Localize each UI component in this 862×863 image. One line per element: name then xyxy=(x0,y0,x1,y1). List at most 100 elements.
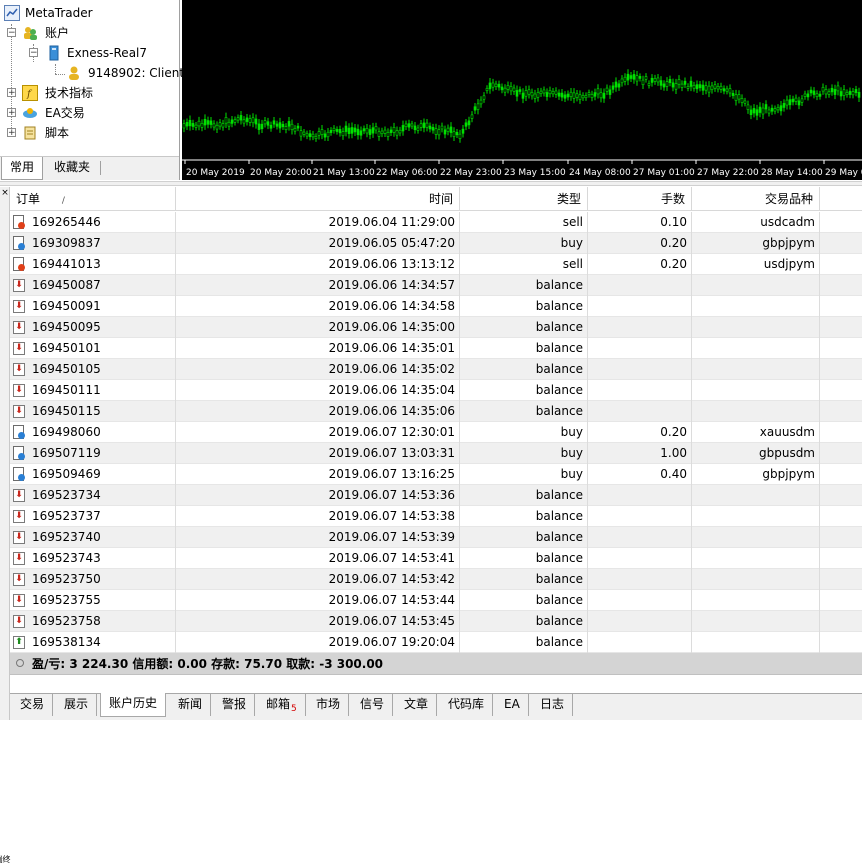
tab-11[interactable]: 日志 xyxy=(532,694,574,716)
table-row[interactable]: ⬇ 169523758 2019.06.07 14:53:45 balance xyxy=(10,611,862,632)
table-row[interactable]: ⬇ 169450095 2019.06.06 14:35:00 balance xyxy=(10,317,862,338)
tab-common[interactable]: 常用 xyxy=(1,157,44,180)
collapse-icon[interactable]: − xyxy=(29,48,38,58)
candle-body xyxy=(767,109,771,114)
tree-root[interactable]: MetaTrader xyxy=(0,3,179,23)
candle-body xyxy=(278,122,282,129)
table-row[interactable]: ⬇ 169450115 2019.06.06 14:35:06 balance xyxy=(10,401,862,422)
lots-cell xyxy=(588,590,692,611)
column-order[interactable]: 订单 / xyxy=(10,187,176,211)
table-row[interactable]: ⬇ 169450087 2019.06.06 14:34:57 balance xyxy=(10,275,862,296)
x-axis-label: 21 May 13:00 xyxy=(313,168,375,178)
table-row[interactable]: ⬆ 169538134 2019.06.07 19:20:04 balance xyxy=(10,632,862,653)
tree-item-server[interactable]: − Exness-Real7 xyxy=(0,43,179,63)
tree-item-indicators[interactable]: + f 技术指标 xyxy=(0,83,179,103)
table-row[interactable]: ⬇ 169523755 2019.06.07 14:53:44 balance xyxy=(10,590,862,611)
table-row[interactable]: 169507119 2019.06.07 13:03:31 buy 1.00 gbpus… xyxy=(10,443,862,464)
order-cell: ⬇ 169450115 xyxy=(10,401,176,422)
withdrawal-icon: ⬇ xyxy=(13,552,25,565)
candle-body xyxy=(497,83,501,88)
withdrawal-icon: ⬇ xyxy=(13,615,25,628)
unread-badge: 5 xyxy=(291,704,297,714)
time-cell: 2019.06.06 14:35:01 xyxy=(176,338,460,359)
candle-body xyxy=(584,95,588,99)
table-row[interactable]: 169509469 2019.06.07 13:16:25 buy 0.40 gbpjp… xyxy=(10,464,862,485)
candle-body xyxy=(692,85,696,89)
price-chart[interactable]: 20 May 2019 20 May 20:00 21 May 13:00 22 Ma… xyxy=(182,0,862,180)
candle-body xyxy=(338,129,342,134)
table-row[interactable]: ⬇ 169523750 2019.06.07 14:53:42 balance xyxy=(10,569,862,590)
order-number: 169450095 xyxy=(32,320,101,334)
tab-1[interactable]: 展示 xyxy=(56,694,98,716)
lots-cell xyxy=(588,632,692,653)
candle-body xyxy=(749,109,753,116)
tab-8[interactable]: 文章 xyxy=(396,694,438,716)
candle-body xyxy=(353,127,357,133)
symbol-cell xyxy=(692,485,820,506)
table-row[interactable]: 169309837 2019.06.05 05:47:20 buy 0.20 gbpjp… xyxy=(10,233,862,254)
column-type[interactable]: 类型 xyxy=(460,187,588,211)
candle-body xyxy=(785,99,789,106)
tab-3[interactable]: 新闻 xyxy=(170,694,212,716)
tab-6[interactable]: 市场 xyxy=(308,694,350,716)
x-axis-label: 23 May 15:00 xyxy=(504,168,566,178)
time-cell: 2019.06.06 13:13:12 xyxy=(176,254,460,275)
column-symbol[interactable]: 交易品种 xyxy=(692,187,820,211)
close-icon[interactable]: × xyxy=(1,189,9,198)
candle-body xyxy=(386,132,390,137)
table-row[interactable]: ⬇ 169523743 2019.06.07 14:53:41 balance xyxy=(10,548,862,569)
table-row[interactable]: ⬇ 169523740 2019.06.07 14:53:39 balance xyxy=(10,527,862,548)
tab-9[interactable]: 代码库 xyxy=(440,694,494,716)
panel-splitter[interactable] xyxy=(0,181,862,186)
tab-10[interactable]: EA xyxy=(496,694,529,716)
tree-item-client[interactable]: 9148902: Client xyxy=(0,63,184,83)
table-row[interactable]: 169441013 2019.06.06 13:13:12 sell 0.20 usdj… xyxy=(10,254,862,275)
order-number: 169450087 xyxy=(32,278,101,292)
time-cell: 2019.06.07 19:20:04 xyxy=(176,632,460,653)
tab-5[interactable]: 邮箱5 xyxy=(258,694,306,716)
table-row[interactable]: ⬇ 169450111 2019.06.06 14:35:04 balance xyxy=(10,380,862,401)
table-row[interactable]: 169265446 2019.06.04 11:29:00 sell 0.10 usdc… xyxy=(10,212,862,233)
tree-item-accounts[interactable]: − 账户 xyxy=(0,23,179,43)
candle-body xyxy=(704,85,708,91)
candle-body xyxy=(629,75,633,79)
tab-7[interactable]: 信号 xyxy=(352,694,394,716)
candle-body xyxy=(440,125,444,130)
tab-0[interactable]: 交易 xyxy=(12,694,54,716)
tab-4[interactable]: 警报 xyxy=(214,694,256,716)
candle-body xyxy=(257,123,261,130)
candle-body xyxy=(365,128,369,134)
table-row[interactable]: ⬇ 169450105 2019.06.06 14:35:02 balance xyxy=(10,359,862,380)
table-row[interactable]: ⬇ 169523734 2019.06.07 14:53:36 balance xyxy=(10,485,862,506)
scripts-label: 脚本 xyxy=(45,126,70,140)
tab-2[interactable]: 账户历史 xyxy=(100,693,167,717)
candle-body xyxy=(266,121,270,126)
chart-canvas[interactable]: 20 May 2019 20 May 20:00 21 May 13:00 22 Ma… xyxy=(182,0,862,180)
lots-cell xyxy=(588,317,692,338)
candle-body xyxy=(461,128,465,134)
expand-icon[interactable]: + xyxy=(7,88,16,98)
lots-cell xyxy=(588,569,692,590)
table-row[interactable]: 169498060 2019.06.07 12:30:01 buy 0.20 xauus… xyxy=(10,422,862,443)
candle-body xyxy=(776,107,780,111)
column-time[interactable]: 时间 xyxy=(176,187,460,211)
table-row[interactable]: ⬇ 169523737 2019.06.07 14:53:38 balance xyxy=(10,506,862,527)
expand-icon[interactable]: + xyxy=(7,108,16,118)
tab-favorites[interactable]: 收藏夹 xyxy=(46,157,98,179)
candle-body xyxy=(224,117,228,124)
candle-body xyxy=(482,95,486,100)
candle-body xyxy=(539,90,543,94)
column-lots[interactable]: 手数 xyxy=(588,187,692,211)
tree-item-ea[interactable]: + EA交易 xyxy=(0,103,179,123)
column-order-label: 订单 xyxy=(16,192,41,206)
candle-body xyxy=(281,123,285,128)
collapse-icon[interactable]: − xyxy=(7,28,16,38)
tree-item-scripts[interactable]: + 脚本 xyxy=(0,123,179,143)
candle-body xyxy=(854,89,858,93)
table-row[interactable]: ⬇ 169450091 2019.06.06 14:34:58 balance xyxy=(10,296,862,317)
status-dot xyxy=(18,453,25,460)
type-cell: balance xyxy=(460,527,588,548)
table-row[interactable]: ⬇ 169450101 2019.06.06 14:35:01 balance xyxy=(10,338,862,359)
time-cell: 2019.06.06 14:34:58 xyxy=(176,296,460,317)
expand-icon[interactable]: + xyxy=(7,128,16,138)
